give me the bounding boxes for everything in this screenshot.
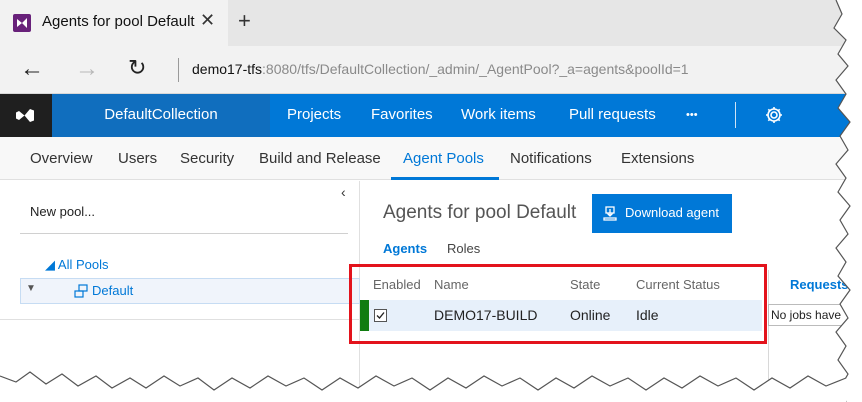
back-arrow-icon[interactable]: ← (20, 55, 44, 83)
address-separator (178, 58, 179, 82)
hub-favorites[interactable]: Favorites (371, 106, 433, 123)
expand-arrow-icon[interactable]: ▼ (26, 283, 36, 294)
subtab-roles[interactable]: Roles (447, 241, 480, 256)
collection-name: DefaultCollection (104, 106, 218, 123)
download-icon (603, 206, 617, 221)
brand-tile[interactable] (0, 94, 52, 137)
pane-divider (768, 270, 769, 402)
requests-header[interactable]: Requests (790, 277, 849, 292)
tab-users[interactable]: Users (118, 150, 157, 167)
download-agent-button[interactable]: Download agent (592, 194, 732, 233)
tab-title: Agents for pool Default (42, 13, 195, 30)
tab-extensions[interactable]: Extensions (621, 150, 694, 167)
url-field[interactable]: demo17-tfs:8080/tfs/DefaultCollection/_a… (192, 61, 689, 77)
annotation-highlight-box (349, 264, 767, 344)
tree-node-all-pools[interactable]: ◢ All Pools (45, 257, 108, 273)
tree-node-default[interactable]: ▼ Default (20, 278, 360, 304)
tab-overview[interactable]: Overview (30, 150, 93, 167)
hub-work-items[interactable]: Work items (461, 106, 536, 123)
pool-tree-pane: ‹ New pool... ◢ All Pools ▼ Default (0, 181, 360, 402)
url-path: :8080/tfs/DefaultCollection/_admin/_Agen… (262, 61, 689, 77)
page-title: Agents for pool Default (383, 202, 577, 223)
hub-projects[interactable]: Projects (287, 106, 341, 123)
forward-arrow-icon[interactable]: → (75, 55, 99, 83)
top-navigation-bar: DefaultCollection Projects Favorites Wor… (0, 94, 862, 137)
tab-close-icon[interactable]: ✕ (200, 10, 215, 31)
more-hubs-button[interactable]: ••• (686, 109, 698, 121)
visual-studio-logo-icon (13, 14, 31, 32)
subtab-agents[interactable]: Agents (383, 241, 427, 256)
tab-agent-pools[interactable]: Agent Pools (403, 150, 484, 167)
hub-pull-requests[interactable]: Pull requests (569, 106, 656, 123)
nav-divider (735, 102, 736, 128)
gear-icon[interactable] (764, 105, 784, 125)
browser-tab-strip: Agents for pool Default ✕ + (0, 0, 862, 46)
address-bar: ← → ↻ demo17-tfs:8080/tfs/DefaultCollect… (0, 46, 862, 94)
admin-tabs: Overview Users Security Build and Releas… (0, 137, 862, 180)
divider (20, 233, 348, 234)
download-agent-label: Download agent (625, 205, 719, 220)
active-tab-indicator (391, 177, 499, 180)
tab-security[interactable]: Security (180, 150, 234, 167)
tab-build-and-release[interactable]: Build and Release (259, 150, 381, 167)
no-jobs-message: No jobs have (768, 304, 862, 326)
new-pool-button[interactable]: New pool... (30, 204, 95, 219)
browser-tab[interactable]: Agents for pool Default ✕ (0, 0, 228, 46)
pool-icon (74, 284, 88, 298)
visual-studio-logo-icon (16, 109, 34, 122)
new-tab-button[interactable]: + (238, 8, 251, 34)
tree-node-label: Default (92, 283, 134, 298)
collapse-pane-icon[interactable]: ‹ (341, 184, 346, 200)
refresh-icon[interactable]: ↻ (128, 55, 146, 81)
url-host: demo17-tfs (192, 61, 263, 77)
tab-notifications[interactable]: Notifications (510, 150, 592, 167)
divider (0, 319, 360, 320)
